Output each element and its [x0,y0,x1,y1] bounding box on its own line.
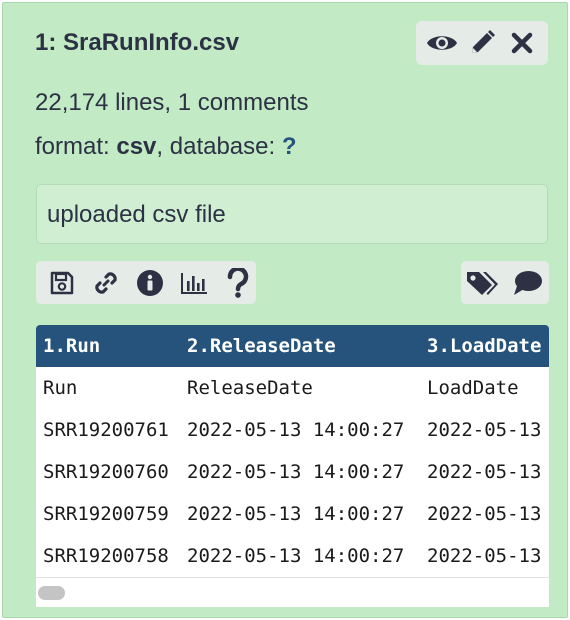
table-row: SRR19200759 2022-05-13 14:00:27 2022-05-… [36,493,549,535]
copy-link-button[interactable] [88,264,124,302]
floppy-disk-icon [50,271,74,294]
dataset-panel: 1: SraRunInfo.csv 22,174 lines, 1 commen… [2,2,568,618]
edit-tags-button[interactable] [463,264,501,302]
format-info: format: csv, database: ? [35,133,297,161]
visualize-button[interactable] [176,264,212,302]
table-cell: Run [43,377,78,399]
format-label: format: [35,133,117,160]
table-row: SRR19200758 2022-05-13 14:00:27 2022-05-… [36,535,549,577]
info-icon [137,269,163,296]
table-cell: 2022-05-13 [427,545,542,567]
table-cell: 2022-05-13 14:00:27 [187,419,405,441]
horizontal-scrollbar[interactable] [36,577,549,607]
column-header: 1.Run [43,335,101,357]
download-button[interactable] [44,264,80,302]
table-cell: 2022-05-13 [427,461,542,483]
table-cell: 2022-05-13 [427,419,542,441]
question-icon [227,267,249,298]
table-row: Run ReleaseDate LoadDate [36,367,549,409]
tags-toolbar [461,261,549,304]
eye-icon [427,36,457,50]
table-row: SRR19200761 2022-05-13 14:00:27 2022-05-… [36,409,549,451]
close-icon [511,32,533,54]
dataset-details-button[interactable] [132,264,168,302]
table-cell: SRR19200759 [43,503,169,525]
dataset-toolbar [36,261,256,304]
title-actions [416,21,548,65]
comment-icon [514,270,542,295]
table-cell: ReleaseDate [187,377,313,399]
line-count: 22,174 lines, 1 comments [35,89,309,116]
pencil-icon [472,30,495,53]
bar-chart-icon [181,272,207,294]
table-cell: 2022-05-13 14:00:27 [187,545,405,567]
table-cell: SRR19200760 [43,461,169,483]
format-value: csv [116,133,157,160]
tags-icon [467,271,498,295]
table-cell: SRR19200758 [43,545,169,567]
data-preview-table[interactable]: 1.Run 2.ReleaseDate 3.LoadDate Run Relea… [36,325,549,607]
scrollbar-thumb[interactable] [38,586,65,600]
table-cell: 2022-05-13 14:00:27 [187,461,405,483]
database-value[interactable]: ? [282,133,297,160]
annotation-box: uploaded csv file [36,184,548,244]
table-cell: 2022-05-13 [427,503,542,525]
table-row: SRR19200760 2022-05-13 14:00:27 2022-05-… [36,451,549,493]
table-header: 1.Run 2.ReleaseDate 3.LoadDate [36,325,549,367]
table-cell: 2022-05-13 14:00:27 [187,503,405,525]
database-label: , database: [156,133,282,160]
table-cell: SRR19200761 [43,419,169,441]
table-cell: LoadDate [427,377,519,399]
dataset-title[interactable]: 1: SraRunInfo.csv [35,29,239,57]
edit-button[interactable] [464,25,500,61]
delete-button[interactable] [504,25,540,61]
link-icon [95,271,117,294]
help-button[interactable] [220,264,256,302]
column-header: 2.ReleaseDate [187,335,336,357]
annotation-button[interactable] [509,264,547,302]
view-button[interactable] [424,25,460,61]
column-header: 3.LoadDate [427,335,542,357]
